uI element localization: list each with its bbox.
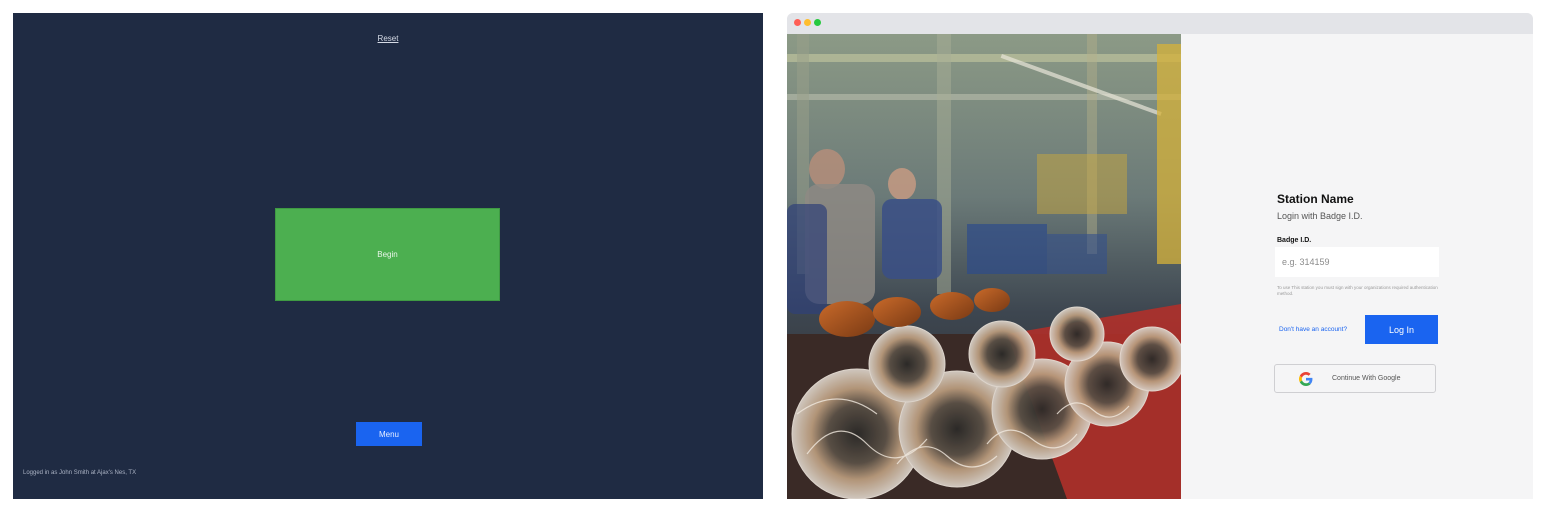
reset-link[interactable]: Reset bbox=[13, 34, 763, 43]
page: Reset Begin Menu Logged in as John Smith… bbox=[0, 0, 1547, 511]
browser-title-bar bbox=[787, 13, 1533, 34]
close-dot-icon[interactable] bbox=[794, 19, 801, 26]
badge-id-label: Badge I.D. bbox=[1277, 237, 1312, 244]
google-button-label: Continue With Google bbox=[1332, 375, 1401, 382]
login-window: Station Name Login with Badge I.D. Badge… bbox=[787, 13, 1533, 499]
log-in-button[interactable]: Log In bbox=[1365, 315, 1438, 344]
maximize-dot-icon[interactable] bbox=[814, 19, 821, 26]
login-subtitle: Login with Badge I.D. bbox=[1277, 211, 1363, 221]
factory-photo bbox=[787, 34, 1181, 499]
badge-id-input[interactable] bbox=[1275, 247, 1439, 277]
station-screen: Reset Begin Menu Logged in as John Smith… bbox=[13, 13, 763, 499]
logged-in-status: Logged in as John Smith at Ajax's Nes, T… bbox=[23, 470, 137, 476]
minimize-dot-icon[interactable] bbox=[804, 19, 811, 26]
menu-button[interactable]: Menu bbox=[356, 422, 422, 446]
helper-text: To use This station you must sign with y… bbox=[1277, 285, 1438, 296]
station-name-heading: Station Name bbox=[1277, 192, 1354, 206]
login-form: Station Name Login with Badge I.D. Badge… bbox=[1181, 34, 1533, 499]
continue-with-google-button[interactable]: Continue With Google bbox=[1274, 364, 1436, 393]
begin-button[interactable]: Begin bbox=[275, 208, 500, 301]
signup-link[interactable]: Don't have an account? bbox=[1279, 326, 1347, 333]
google-g-icon bbox=[1299, 372, 1313, 386]
